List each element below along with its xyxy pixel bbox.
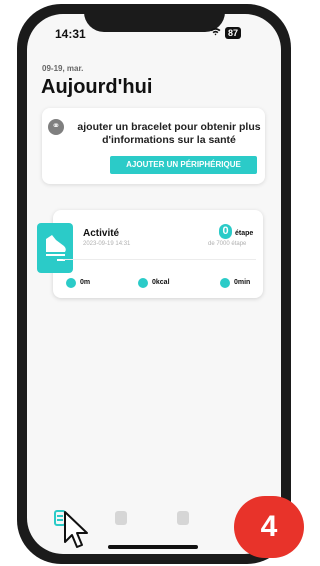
step-number-badge: 4 — [234, 496, 304, 558]
activity-title: Activité — [83, 228, 120, 239]
step-count: 0 — [219, 224, 232, 239]
phone-notch — [84, 4, 225, 32]
activity-timestamp: 2023-09-19 14:31 — [83, 241, 131, 247]
add-device-button[interactable]: AJOUTER UN PÉRIPHÉRIQUE — [110, 156, 257, 174]
flame-icon — [138, 278, 148, 288]
card-divider — [63, 259, 256, 260]
calories-value: 0kcal — [152, 279, 170, 286]
mouse-cursor-icon — [63, 510, 93, 555]
status-time: 14:31 — [55, 27, 86, 41]
page-title: Aujourd'hui — [41, 76, 153, 98]
step-goal: de 7000 étape — [208, 241, 247, 247]
battery-indicator: 87 — [225, 27, 242, 39]
device-icon[interactable] — [177, 511, 189, 525]
home-icon[interactable] — [115, 511, 127, 525]
header-date: 09-19, mar. — [42, 64, 84, 73]
clock-icon — [220, 278, 230, 288]
promo-text: ajouter un bracelet pour obtenir plus d'… — [77, 121, 261, 146]
home-indicator — [108, 545, 198, 549]
shoe-icon — [37, 223, 73, 273]
step-unit: étape — [235, 230, 254, 237]
status-icons: 87 — [210, 27, 242, 39]
link-icon: ⚭ — [48, 119, 64, 135]
wifi-icon — [210, 27, 221, 39]
duration-value: 0min — [234, 279, 251, 286]
location-pin-icon — [66, 278, 76, 288]
distance-value: 0m — [80, 279, 91, 286]
